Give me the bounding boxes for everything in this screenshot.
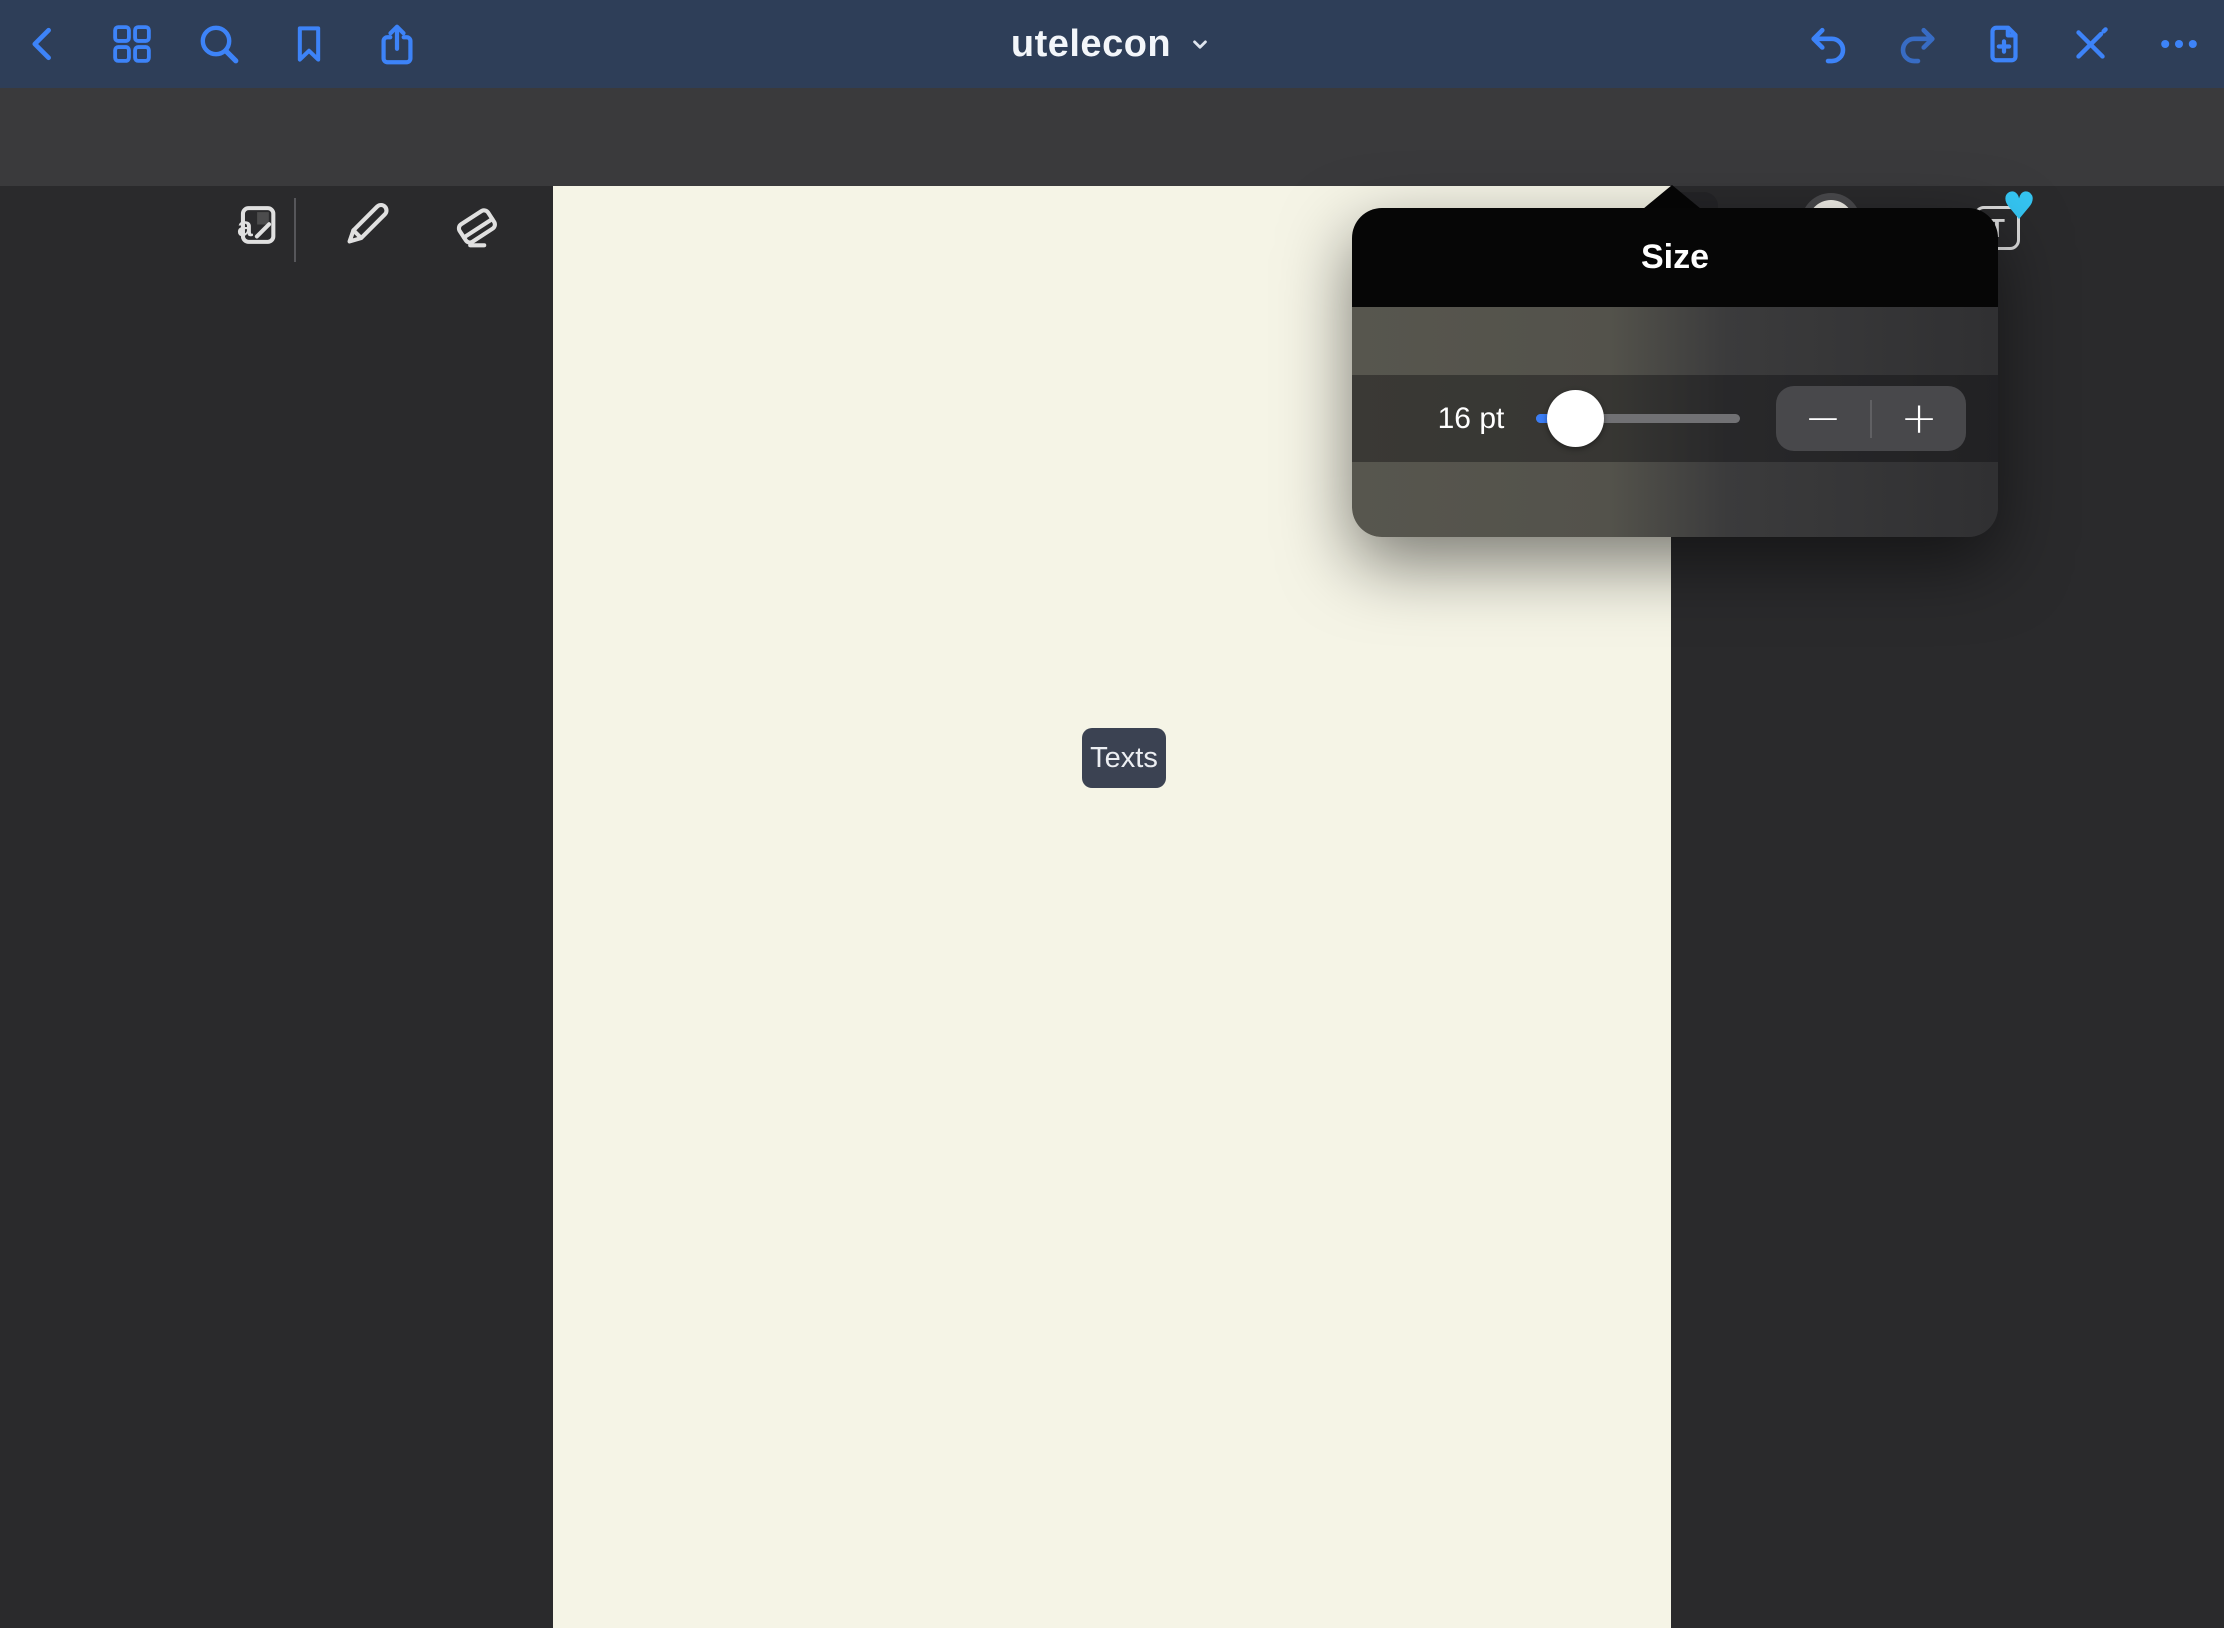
texts-tooltip-label: Texts — [1090, 742, 1158, 775]
undo-button[interactable] — [1806, 0, 1852, 88]
edit-mode-icon: a — [229, 198, 283, 252]
redo-icon — [1894, 21, 1940, 67]
document-title: utelecon — [1011, 23, 1171, 66]
pen-tool[interactable] — [337, 176, 395, 274]
stylus-x-icon — [2068, 21, 2114, 67]
size-slider-row: 16 pt − + — [1352, 375, 1998, 462]
thumbnail-grid-button[interactable] — [109, 0, 155, 88]
share-icon — [374, 21, 420, 67]
size-popover-title-text: Size — [1641, 238, 1709, 277]
more-ellipsis-icon — [2156, 21, 2202, 67]
add-page-button[interactable] — [1981, 0, 2027, 88]
share-button[interactable] — [374, 0, 420, 88]
eraser-tool[interactable] — [447, 176, 505, 274]
edit-mode-letter: a — [237, 211, 253, 242]
more-button[interactable] — [2156, 0, 2202, 88]
size-popover-body: 16 pt − + — [1352, 307, 1998, 537]
search-button[interactable] — [195, 0, 243, 88]
bookmark-icon — [287, 22, 331, 66]
back-icon — [22, 22, 66, 66]
eraser-icon — [447, 196, 505, 254]
size-stepper: − + — [1776, 386, 1966, 451]
size-decrease-button[interactable]: − — [1776, 386, 1870, 451]
back-button[interactable] — [22, 0, 66, 88]
heart-icon: ♥ — [2002, 184, 2036, 228]
pen-icon — [337, 196, 395, 254]
edit-mode-toggle[interactable]: a — [229, 176, 283, 274]
tools-toolbar: a — [0, 88, 2224, 186]
app-screen: utelecon — [0, 0, 2224, 1628]
add-page-icon — [1981, 21, 2027, 67]
size-popover-title: Size — [1352, 208, 1998, 307]
size-popover: Size 16 pt − + — [1352, 208, 1998, 537]
texts-tooltip: Texts — [1082, 728, 1166, 788]
document-title-button[interactable]: utelecon — [900, 0, 1324, 88]
undo-icon — [1806, 21, 1852, 67]
grid-view-icon — [109, 21, 155, 67]
toolbar-divider — [294, 198, 296, 262]
title-chevron-down-icon — [1187, 31, 1213, 57]
search-icon — [195, 20, 243, 68]
size-slider-thumb[interactable] — [1547, 390, 1604, 447]
redo-button[interactable] — [1894, 0, 1940, 88]
bookmark-button[interactable] — [287, 0, 331, 88]
popover-arrow — [1643, 185, 1701, 209]
size-value-label: 16 pt — [1427, 375, 1515, 462]
stylus-disable-button[interactable] — [2068, 0, 2114, 88]
size-increase-button[interactable]: + — [1872, 386, 1966, 451]
top-navbar: utelecon — [0, 0, 2224, 88]
